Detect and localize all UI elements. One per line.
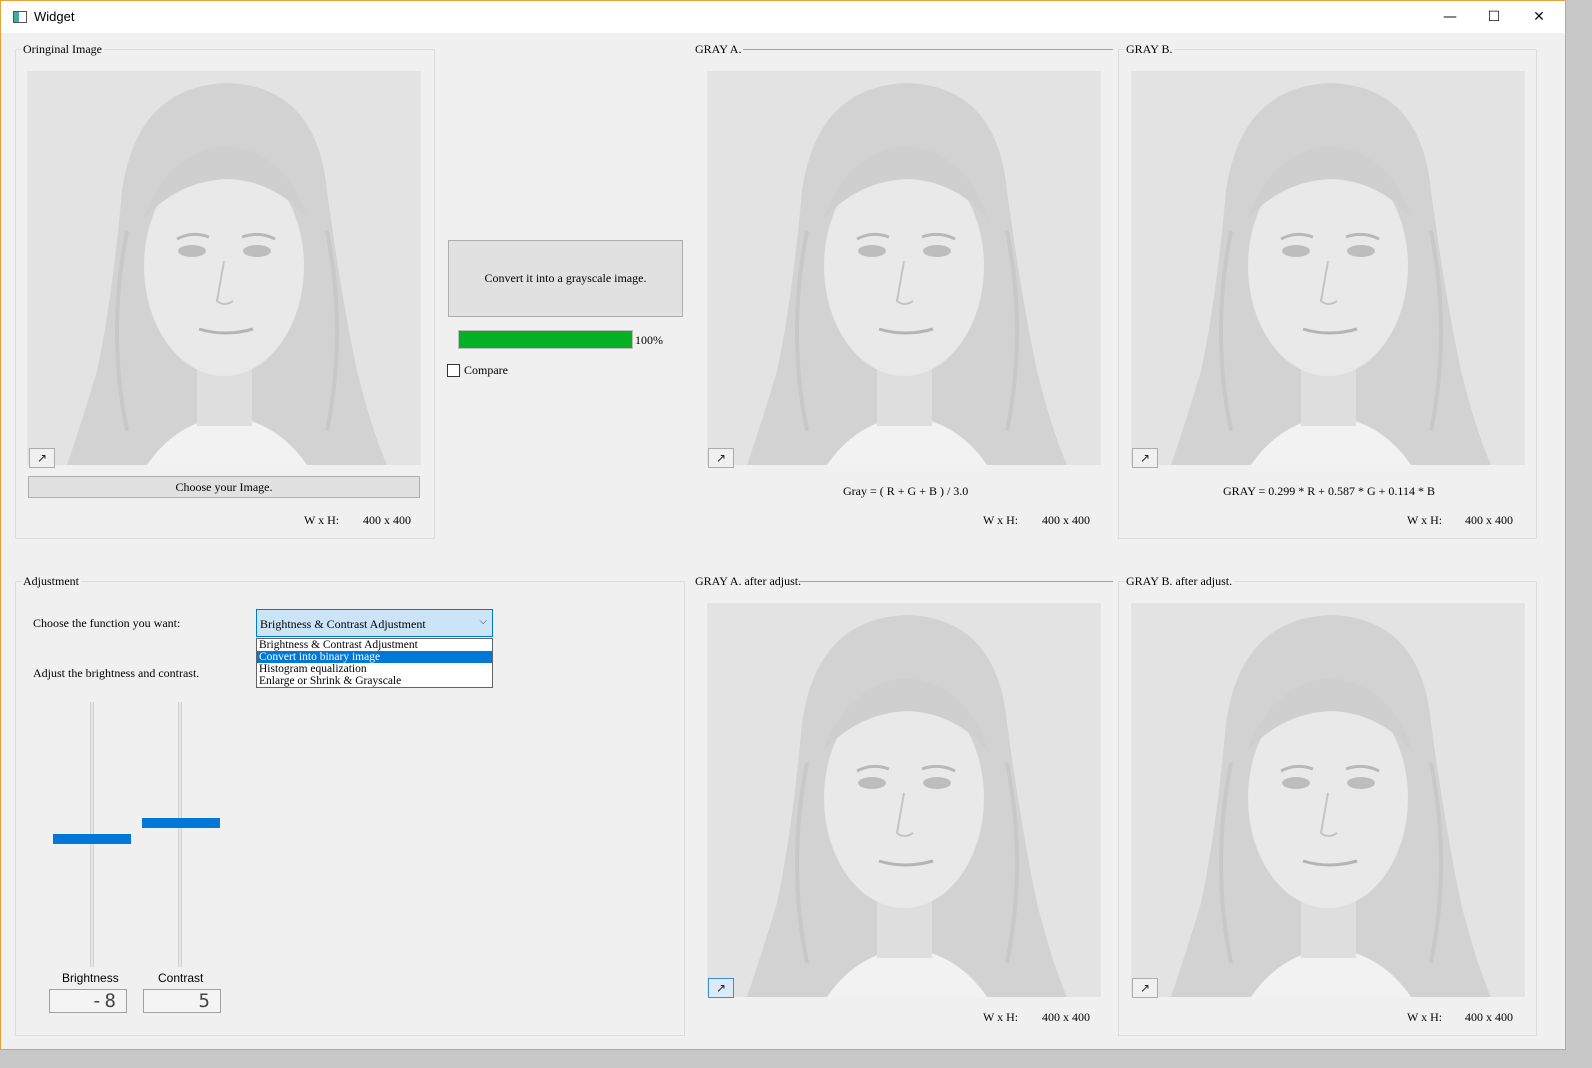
dropdown-option-enlarge-shrink[interactable]: Enlarge or Shrink & Grayscale — [257, 675, 492, 687]
contrast-lcd: 5 — [143, 989, 221, 1013]
gray-a-divider — [743, 49, 1113, 50]
dropdown-option-brightness-contrast[interactable]: Brightness & Contrast Adjustment — [257, 639, 492, 651]
choose-image-button[interactable]: Choose your Image. — [28, 476, 420, 498]
expand-icon: ↗ — [715, 451, 727, 465]
original-wh-value: 400 x 400 — [363, 513, 411, 527]
maximize-button[interactable]: ☐ — [1471, 1, 1517, 33]
minimize-button[interactable]: — — [1427, 1, 1473, 33]
gray-a-adjusted-wh-label: W x H: — [983, 1010, 1019, 1024]
app-window-icon — [13, 11, 27, 23]
gray-a-adjusted-title: GRAY A. after adjust. — [693, 574, 804, 589]
gray-a-title: GRAY A. — [693, 42, 744, 57]
compare-label: Compare — [464, 363, 508, 377]
combobox-value: Brightness & Contrast Adjustment — [260, 617, 426, 631]
choose-function-label: Choose the function you want: — [33, 616, 181, 630]
contrast-slider-handle[interactable] — [142, 818, 220, 828]
convert-grayscale-button[interactable]: Convert it into a grayscale image. — [448, 240, 683, 317]
gray-a-adjusted-divider — [798, 581, 1113, 582]
chevron-down-icon: ⌵ — [479, 616, 487, 627]
contrast-label: Contrast — [158, 971, 204, 985]
gray-b-adjusted-wh-value: 400 x 400 — [1465, 1010, 1513, 1024]
brightness-label: Brightness — [62, 971, 119, 985]
expand-original-button[interactable]: ↗ — [29, 448, 55, 468]
gray-a-image — [707, 71, 1101, 465]
expand-gray-b-adjusted-button[interactable]: ↗ — [1132, 978, 1158, 998]
original-wh-label: W x H: — [304, 513, 340, 527]
gray-b-adjusted-wh-label: W x H: — [1407, 1010, 1443, 1024]
contrast-slider-track[interactable] — [178, 702, 182, 967]
compare-checkbox[interactable] — [447, 364, 460, 377]
app-window: Widget — ☐ ✕ Oringinal Image ↗ Choose yo… — [0, 0, 1566, 1050]
brightness-slider-handle[interactable] — [53, 834, 131, 844]
window-title: Widget — [34, 9, 75, 24]
function-dropdown-list: Brightness & Contrast Adjustment Convert… — [256, 638, 493, 688]
gray-b-adjusted-image — [1131, 603, 1525, 997]
expand-icon: ↗ — [1139, 981, 1151, 995]
expand-gray-b-button[interactable]: ↗ — [1132, 448, 1158, 468]
gray-a-adjusted-image — [707, 603, 1101, 997]
expand-gray-a-button[interactable]: ↗ — [708, 448, 734, 468]
gray-b-image — [1131, 71, 1525, 465]
close-button[interactable]: ✕ — [1516, 1, 1562, 33]
gray-a-formula: Gray = ( R + G + B ) / 3.0 — [843, 484, 969, 498]
gray-a-wh-label: W x H: — [983, 513, 1019, 527]
function-combobox[interactable]: Brightness & Contrast Adjustment ⌵ — [256, 609, 493, 637]
gray-a-adjusted-wh-value: 400 x 400 — [1042, 1010, 1090, 1024]
dropdown-option-binary[interactable]: Convert into binary image — [257, 651, 492, 663]
original-image — [27, 71, 421, 465]
dropdown-option-histogram[interactable]: Histogram equalization — [257, 663, 492, 675]
expand-gray-a-adjusted-button[interactable]: ↗ — [708, 978, 734, 998]
brightness-lcd: -8 — [49, 989, 127, 1013]
gray-b-wh-value: 400 x 400 — [1465, 513, 1513, 527]
gray-b-wh-label: W x H: — [1407, 513, 1443, 527]
progress-bar-fill — [459, 331, 632, 348]
gray-b-formula: GRAY = 0.299 * R + 0.587 * G + 0.114 * B — [1223, 484, 1435, 498]
progress-bar — [458, 330, 633, 349]
gray-b-title: GRAY B. — [1124, 42, 1175, 57]
adjust-instruction-label: Adjust the brightness and contrast. — [33, 666, 200, 680]
gray-a-wh-value: 400 x 400 — [1042, 513, 1090, 527]
expand-icon: ↗ — [1139, 451, 1151, 465]
progress-text: 100% — [635, 333, 663, 347]
original-image-title: Oringinal Image — [21, 42, 104, 57]
expand-icon: ↗ — [36, 451, 48, 465]
brightness-value: -8 — [91, 990, 118, 1012]
title-bar: Widget — ☐ ✕ — [1, 1, 1565, 33]
contrast-value: 5 — [198, 990, 212, 1012]
adjustment-title: Adjustment — [21, 574, 81, 589]
expand-icon: ↗ — [715, 981, 727, 995]
gray-b-adjusted-title: GRAY B. after adjust. — [1124, 574, 1235, 589]
